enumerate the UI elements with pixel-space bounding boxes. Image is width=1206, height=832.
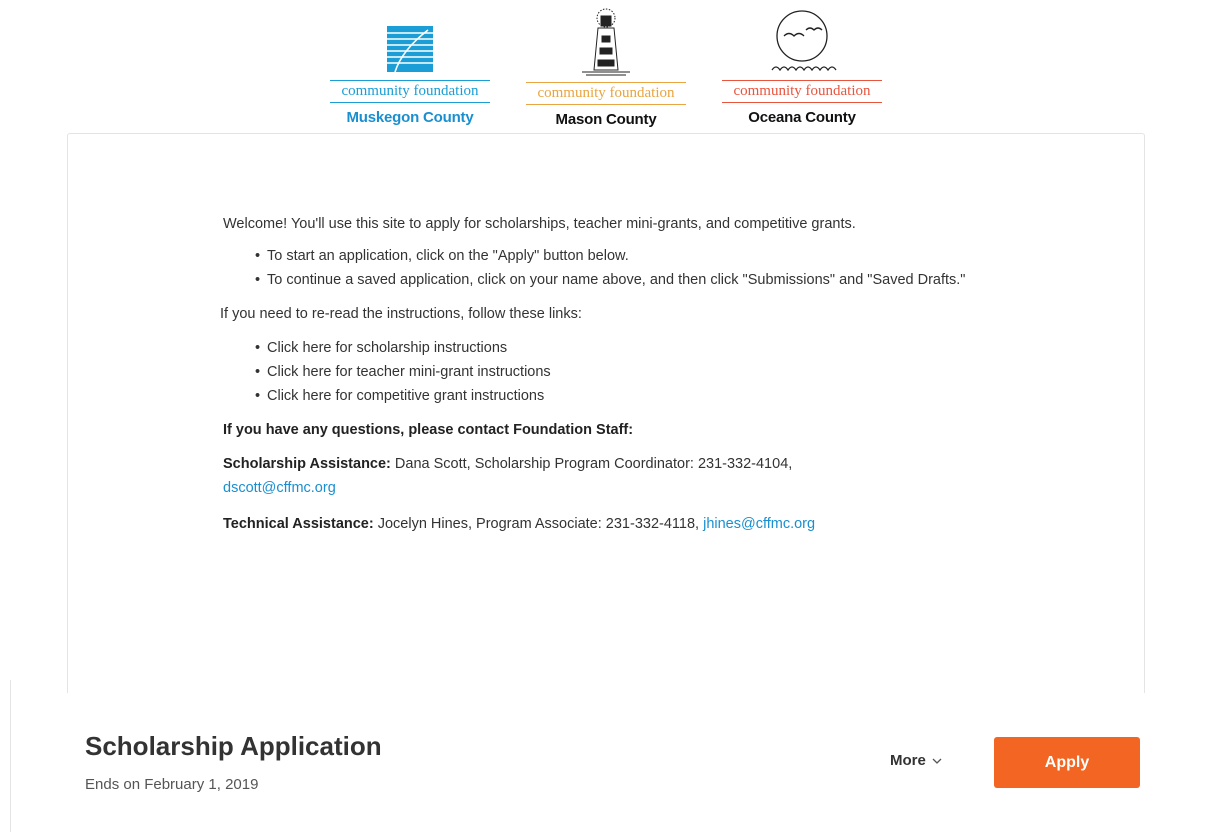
steps-list: To start an application, click on the "A… [223, 244, 1003, 292]
step-item: To start an application, click on the "A… [255, 244, 1003, 268]
waves-logo-icon [387, 26, 433, 73]
apply-button[interactable]: Apply [994, 737, 1140, 788]
technical-contact-text: Jocelyn Hines, Program Associate: 231-33… [373, 516, 704, 532]
left-divider [10, 680, 11, 832]
scholarship-contact-text: Dana Scott, Scholarship Program Coordina… [390, 456, 793, 472]
mason-logo: community foundation Mason County [526, 8, 686, 128]
chevron-down-icon [932, 758, 942, 764]
instructions-list: Click here for scholarship instructions … [223, 336, 1003, 408]
technical-email-link[interactable]: jhines@cffmc.org [703, 516, 815, 532]
application-deadline: Ends on February 1, 2019 [85, 776, 259, 793]
more-dropdown-button[interactable]: More [890, 752, 942, 769]
muskegon-logo: community foundation Muskegon County [330, 6, 490, 126]
mason-cf-text: community foundation [526, 82, 686, 105]
gulls-sun-logo-icon [771, 10, 837, 72]
step-item: To continue a saved application, click o… [255, 268, 1003, 292]
scholarship-contact-label: Scholarship Assistance: [223, 456, 391, 472]
oceana-cf-text: community foundation [722, 80, 882, 103]
technical-contact-label: Technical Assistance: [223, 516, 374, 532]
more-label: More [890, 752, 926, 769]
reread-text: If you need to re-read the instructions,… [220, 306, 582, 322]
oceana-county-name: Oceana County [748, 109, 856, 126]
lighthouse-logo-icon [582, 8, 630, 76]
mini-grant-instructions-link[interactable]: Click here for teacher mini-grant instru… [255, 360, 1003, 384]
questions-heading: If you have any questions, please contac… [223, 422, 634, 438]
application-title: Scholarship Application [85, 731, 382, 761]
technical-contact: Technical Assistance: Jocelyn Hines, Pro… [223, 512, 1003, 536]
competitive-grant-instructions-link[interactable]: Click here for competitive grant instruc… [255, 384, 1003, 408]
scholarship-instructions-link[interactable]: Click here for scholarship instructions [255, 336, 1003, 360]
scholarship-contact: Scholarship Assistance: Dana Scott, Scho… [223, 452, 1003, 500]
muskegon-county-name: Muskegon County [346, 109, 474, 126]
muskegon-cf-text: community foundation [330, 80, 490, 103]
header-logos: community foundation Muskegon County com… [0, 0, 1206, 134]
intro-content: Welcome! You'll use this site to apply f… [220, 212, 1003, 536]
welcome-text: Welcome! You'll use this site to apply f… [223, 216, 856, 232]
oceana-logo: community foundation Oceana County [722, 6, 882, 126]
scholarship-email-link[interactable]: dscott@cffmc.org [223, 480, 336, 496]
mason-county-name: Mason County [555, 111, 657, 128]
